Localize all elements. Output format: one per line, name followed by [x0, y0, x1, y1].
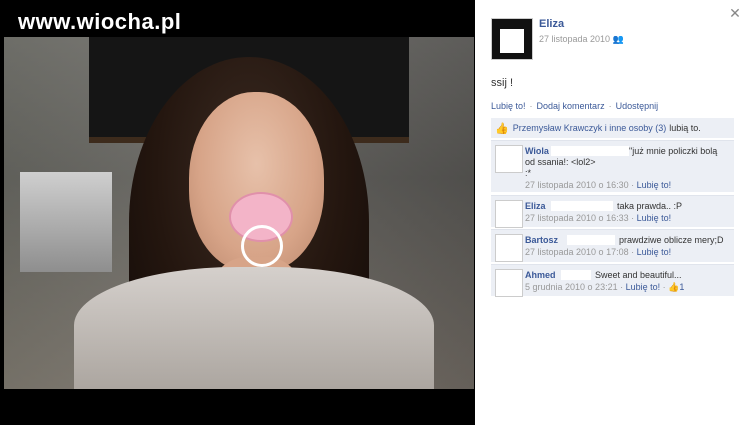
comment-meta: 27 listopada 2010 o 17:08 · Lubię to! [525, 247, 672, 257]
close-icon[interactable]: ✕ [728, 6, 742, 20]
photo [4, 37, 474, 389]
comment-item: Ahmed Sweet and beautiful... 5 grudnia 2… [491, 264, 734, 297]
comment-meta: 5 grudnia 2010 o 23:21 · Lubię to! · 👍1 [525, 282, 685, 292]
comment-like-count[interactable]: 1 [679, 282, 684, 292]
comment-item: Bartosz prawdziwe oblicze mery;D 27 list… [491, 229, 734, 262]
commenter-name[interactable]: Bartosz [525, 235, 558, 245]
commenter-avatar[interactable] [495, 145, 523, 173]
comment-text: taka prawda.. :P [617, 201, 683, 211]
likes-summary: 👍 Przemysław Krawczyk i inne osoby (3) l… [491, 118, 734, 138]
likes-tail: lubią to. [669, 123, 701, 133]
thumbs-up-icon: 👍 [668, 282, 680, 292]
post-date[interactable]: 27 listopada 2010 👥 [539, 34, 624, 45]
comment-text: prawdziwe oblicze mery;D [619, 235, 724, 245]
comment-like-link[interactable]: Lubię to! [626, 282, 661, 292]
like-link[interactable]: Lubię to! [491, 101, 526, 111]
site-watermark: www.wiocha.pl [18, 9, 182, 34]
comment-link[interactable]: Dodaj komentarz [537, 101, 605, 111]
comment-like-link[interactable]: Lubię to! [637, 213, 672, 223]
thumbs-up-icon: 👍 [495, 122, 509, 135]
privacy-icon: 👥 [612, 34, 624, 44]
photo-viewer: www.wiocha.pl [0, 0, 475, 425]
comment-like-link[interactable]: Lubię to! [637, 247, 672, 257]
comment-meta: 27 listopada 2010 o 16:30 · Lubię to! [525, 180, 672, 190]
status-text: ssij ! [491, 77, 513, 89]
commenter-avatar[interactable] [495, 269, 523, 297]
commenter-avatar[interactable] [495, 234, 523, 262]
share-link[interactable]: Udostępnij [616, 101, 659, 111]
comment-like-link[interactable]: Lubię to! [637, 180, 672, 190]
commenter-name[interactable]: Ahmed [525, 270, 556, 280]
comment-meta: 27 listopada 2010 o 16:33 · Lubię to! [525, 213, 672, 223]
post-panel: ✕ Eliza 27 listopada 2010 👥 ssij ! Lubię… [475, 0, 750, 425]
post-actions: Lubię to! · Dodaj komentarz · Udostępnij [491, 101, 659, 111]
comment-item: Wiola "już mnie policzki bolą od ssania!… [491, 140, 734, 192]
likes-names[interactable]: Przemysław Krawczyk i inne osoby (3) [513, 123, 667, 133]
commenter-avatar[interactable] [495, 200, 523, 228]
author-avatar[interactable] [491, 18, 533, 60]
comment-text: "już mnie policzki bolą od ssania!: <lol… [525, 146, 718, 178]
commenter-name[interactable]: Eliza [525, 201, 546, 211]
comment-text: Sweet and beautiful... [595, 270, 682, 280]
comment-item: Eliza taka prawda.. :P 27 listopada 2010… [491, 195, 734, 228]
author-name[interactable]: Eliza [539, 18, 564, 30]
